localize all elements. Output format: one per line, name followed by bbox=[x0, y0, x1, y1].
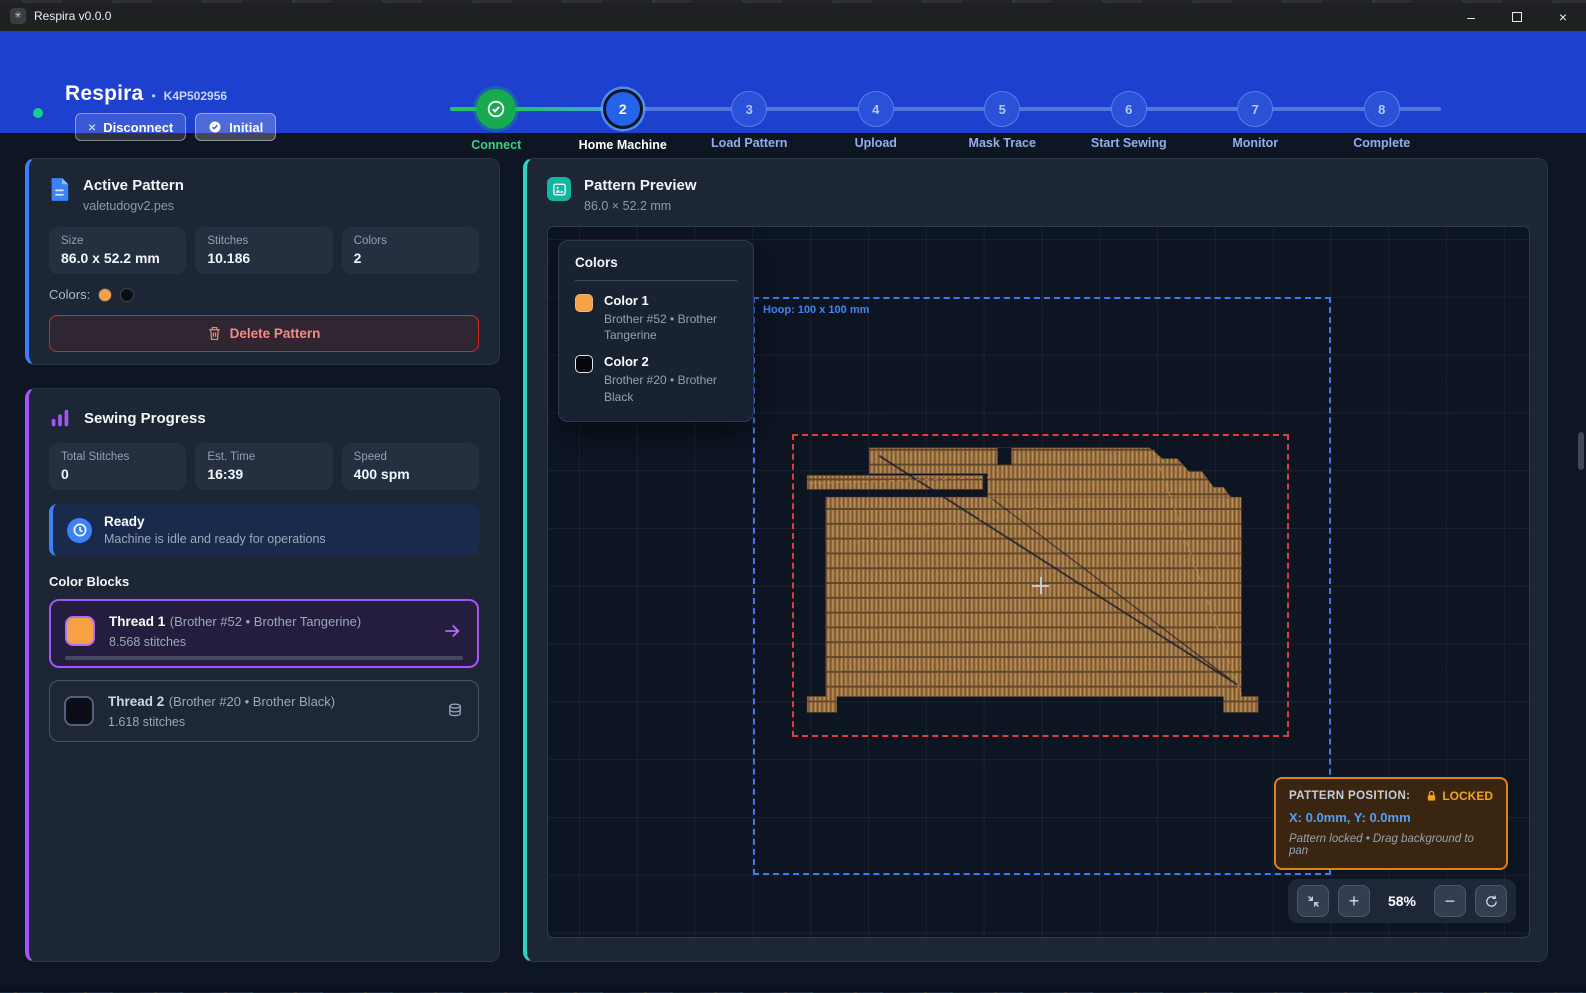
color-swatch-black bbox=[120, 288, 134, 302]
stat-est-time: Est. Time 16:39 bbox=[195, 443, 332, 490]
thread-1-progress bbox=[65, 656, 463, 661]
zoom-controls: + 58% − bbox=[1288, 879, 1516, 923]
disconnect-button[interactable]: × Disconnect bbox=[75, 113, 186, 141]
layers-stack-icon bbox=[446, 702, 464, 720]
step-connect[interactable]: Connect bbox=[433, 79, 560, 159]
status-desc: Machine is idle and ready for operations bbox=[104, 532, 326, 546]
fit-view-button[interactable] bbox=[1297, 885, 1329, 917]
thread-2-item[interactable]: Thread 2 (Brother #20 • Brother Black) 1… bbox=[49, 680, 479, 742]
image-icon bbox=[547, 177, 571, 201]
check-icon bbox=[485, 98, 507, 120]
zoom-in-button[interactable]: + bbox=[1338, 885, 1370, 917]
zoom-level: 58% bbox=[1379, 893, 1425, 909]
maximize-icon bbox=[1512, 12, 1522, 22]
sewing-progress-title: Sewing Progress bbox=[84, 410, 206, 427]
pattern-position-overlay: PATTERN POSITION: LOCKED X: 0.0mm, Y: 0.… bbox=[1274, 777, 1508, 870]
status-title: Ready bbox=[104, 514, 326, 529]
app-header: Respira • K4P502956 × Disconnect Initial bbox=[0, 31, 1586, 133]
legend-swatch-black bbox=[575, 355, 593, 373]
step-monitor[interactable]: 7 Monitor bbox=[1192, 79, 1319, 159]
app-icon: ✳ bbox=[10, 8, 26, 24]
legend-swatch-orange bbox=[575, 294, 593, 312]
trash-icon bbox=[208, 326, 221, 341]
legend-title: Colors bbox=[575, 255, 737, 270]
maximize-button[interactable] bbox=[1494, 3, 1540, 31]
step-upload[interactable]: 4 Upload bbox=[813, 79, 940, 159]
minimize-button[interactable]: – bbox=[1448, 3, 1494, 31]
window-title: Respira v0.0.0 bbox=[34, 9, 111, 23]
stat-colors: Colors 2 bbox=[342, 227, 479, 274]
preview-canvas[interactable]: Hoop: 100 x 100 mm bbox=[547, 226, 1530, 938]
step-start-sewing[interactable]: 6 Start Sewing bbox=[1066, 79, 1193, 159]
delete-pattern-button[interactable]: Delete Pattern bbox=[49, 315, 479, 352]
thread-1-swatch bbox=[65, 616, 95, 646]
colors-legend: Colors Color 1 Brother #52 • Brother Tan… bbox=[558, 240, 754, 422]
center-crosshair-icon bbox=[1032, 577, 1049, 594]
step-home-machine[interactable]: 2 Home Machine bbox=[560, 79, 687, 159]
preview-title: Pattern Preview bbox=[584, 177, 697, 194]
initial-button[interactable]: Initial bbox=[195, 113, 276, 141]
position-label: PATTERN POSITION: bbox=[1289, 790, 1410, 802]
thread-2-swatch bbox=[64, 696, 94, 726]
brand-separator: • bbox=[151, 89, 155, 103]
pattern-filename: valetudogv2.pes bbox=[83, 199, 184, 213]
legend-entry-color1: Color 1 Brother #52 • Brother Tangerine bbox=[575, 293, 737, 343]
stat-size: Size 86.0 x 52.2 mm bbox=[49, 227, 186, 274]
thread-1-item[interactable]: Thread 1 (Brother #52 • Brother Tangerin… bbox=[49, 599, 479, 668]
brand-title: Respira bbox=[65, 82, 143, 106]
connection-status-dot bbox=[33, 108, 43, 118]
reset-rotate-icon bbox=[1484, 894, 1499, 909]
sewing-progress-card: Sewing Progress Total Stitches 0 Est. Ti… bbox=[25, 388, 500, 962]
position-hint: Pattern locked • Drag background to pan bbox=[1289, 833, 1493, 857]
active-pattern-card: Active Pattern valetudogv2.pes Size 86.0… bbox=[25, 158, 500, 365]
active-pattern-title: Active Pattern bbox=[83, 177, 184, 194]
file-icon bbox=[49, 177, 70, 202]
step-mask-trace[interactable]: 5 Mask Trace bbox=[939, 79, 1066, 159]
machine-serial: K4P502956 bbox=[164, 89, 227, 103]
legend-entry-color2: Color 2 Brother #20 • Brother Black bbox=[575, 354, 737, 404]
wizard-stepper: Connect 2 Home Machine 3 Load Pattern 4 … bbox=[433, 79, 1445, 159]
stat-stitches: Stitches 10.186 bbox=[195, 227, 332, 274]
position-coordinates: X: 0.0mm, Y: 0.0mm bbox=[1289, 810, 1493, 825]
step-load-pattern[interactable]: 3 Load Pattern bbox=[686, 79, 813, 159]
bottom-edge bbox=[0, 986, 1586, 993]
step-complete[interactable]: 8 Complete bbox=[1319, 79, 1446, 159]
colors-label: Colors: bbox=[49, 287, 90, 302]
stat-total-stitches: Total Stitches 0 bbox=[49, 443, 186, 490]
zoom-out-button[interactable]: − bbox=[1434, 885, 1466, 917]
color-swatch-orange bbox=[98, 288, 112, 302]
x-icon: × bbox=[88, 119, 96, 135]
hoop-label: Hoop: 100 x 100 mm bbox=[763, 304, 869, 316]
reset-view-button[interactable] bbox=[1475, 885, 1507, 917]
color-blocks-label: Color Blocks bbox=[49, 574, 479, 589]
machine-status-banner: Ready Machine is idle and ready for oper… bbox=[49, 504, 479, 556]
locked-badge: LOCKED bbox=[1426, 789, 1493, 803]
lock-icon bbox=[1426, 790, 1437, 802]
title-bar: ✳ Respira v0.0.0 – × bbox=[0, 0, 1586, 31]
preview-dimensions: 86.0 × 52.2 mm bbox=[584, 199, 697, 213]
close-button[interactable]: × bbox=[1540, 3, 1586, 31]
arrow-right-icon bbox=[441, 621, 463, 641]
check-circle-icon bbox=[208, 120, 222, 134]
legend-divider bbox=[575, 280, 737, 281]
fit-to-screen-icon bbox=[1306, 894, 1321, 909]
bar-chart-icon bbox=[49, 407, 71, 429]
scrollbar-thumb[interactable] bbox=[1578, 432, 1584, 470]
stat-speed: Speed 400 spm bbox=[342, 443, 479, 490]
clock-icon bbox=[67, 518, 92, 543]
pattern-preview-card: Pattern Preview 86.0 × 52.2 mm Hoop: 100… bbox=[523, 158, 1548, 962]
